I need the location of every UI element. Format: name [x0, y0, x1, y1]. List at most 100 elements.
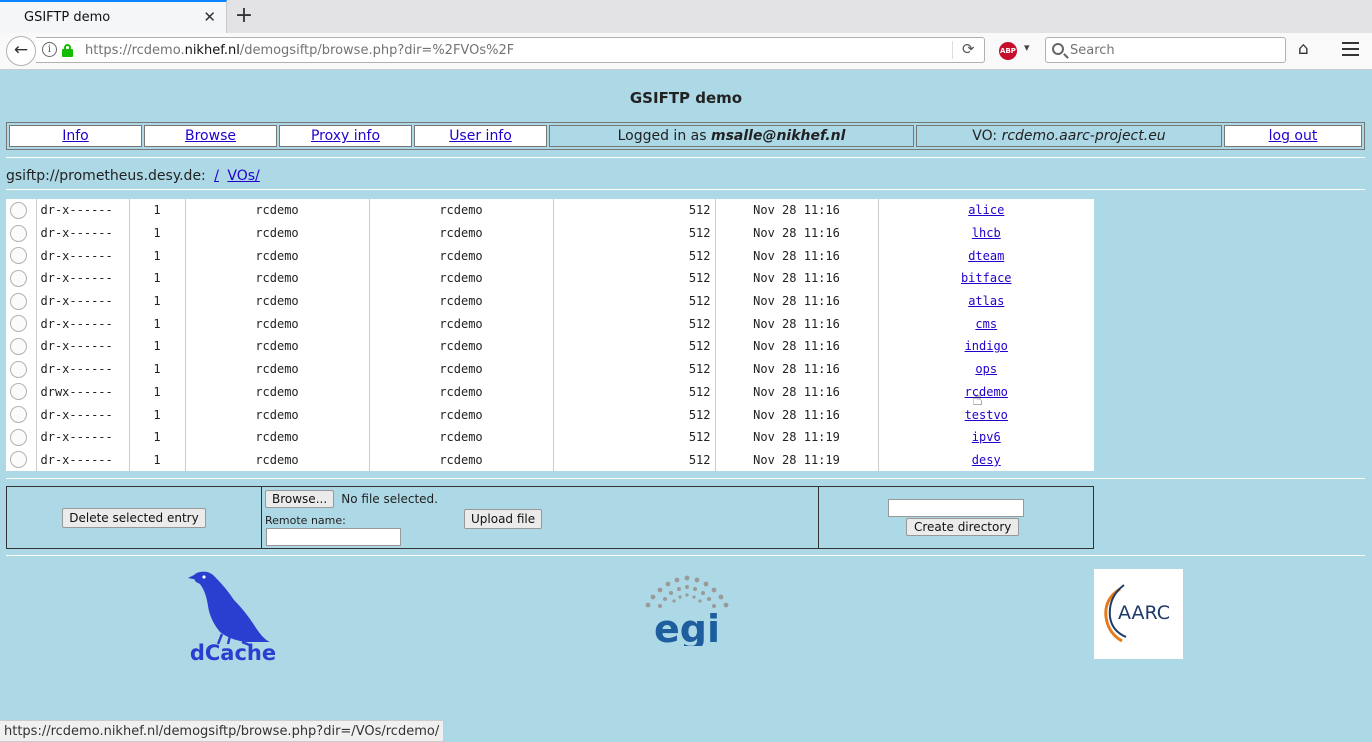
- delete-selected-button[interactable]: Delete selected entry: [62, 507, 206, 528]
- file-select-radio[interactable]: [10, 269, 27, 287]
- file-group: rcdemo: [369, 448, 554, 472]
- file-name-link[interactable]: indigo: [965, 339, 1008, 353]
- file-owner: rcdemo: [185, 448, 370, 472]
- close-tab-icon[interactable]: ✕: [203, 8, 216, 26]
- file-group: rcdemo: [369, 312, 554, 336]
- mkdir-cell: Create directory: [818, 486, 1094, 549]
- browser-tab[interactable]: GSIFTP demo ✕: [0, 0, 227, 33]
- nav-proxy-info-link[interactable]: Proxy info: [311, 128, 380, 144]
- url-separator: [952, 41, 953, 59]
- adblock-plus-icon[interactable]: ABP: [999, 42, 1017, 60]
- file-name-cell: alice: [878, 199, 1094, 222]
- back-arrow-icon[interactable]: ←: [6, 36, 36, 66]
- file-select-radio[interactable]: [10, 292, 27, 310]
- file-name-link[interactable]: atlas: [968, 294, 1004, 308]
- file-row: dr-x------ 1 rcdemo rcdemo 512 Nov 28 11:19 de…: [6, 448, 1094, 472]
- file-name-link[interactable]: ipv6: [972, 430, 1001, 444]
- file-select-radio[interactable]: [10, 201, 27, 219]
- file-name-link[interactable]: alice: [968, 203, 1004, 217]
- file-links: 1: [129, 289, 186, 313]
- logout-link[interactable]: log out: [1269, 128, 1318, 144]
- file-select-radio[interactable]: [10, 247, 27, 265]
- reload-icon[interactable]: ⟳: [962, 40, 975, 58]
- create-directory-button[interactable]: Create directory: [906, 518, 1020, 536]
- file-group: rcdemo: [369, 335, 554, 358]
- file-select-radio[interactable]: [10, 451, 27, 469]
- file-size: 512: [553, 357, 716, 381]
- new-tab-icon[interactable]: +: [233, 3, 255, 28]
- file-name-link[interactable]: dteam: [968, 249, 1004, 263]
- file-select-cell: [6, 289, 37, 313]
- file-name-cell: dteam: [878, 244, 1094, 267]
- file-date: Nov 28 11:16: [715, 244, 879, 268]
- breadcrumb: gsiftp://prometheus.desy.de: / VOs/: [6, 168, 260, 184]
- nav-browse-link[interactable]: Browse: [185, 128, 236, 144]
- tab-bar: GSIFTP demo ✕ +: [0, 0, 1372, 33]
- file-size: 512: [553, 335, 716, 358]
- divider: [6, 555, 1365, 556]
- file-name-link[interactable]: ops: [975, 362, 997, 376]
- svg-text:egi: egi: [654, 607, 720, 646]
- file-row: dr-x------ 1 rcdemo rcdemo 512 Nov 28 11:16 cm…: [6, 312, 1094, 336]
- aarc-logo: AARC: [1094, 569, 1183, 659]
- selected-file-status: No file selected.: [341, 492, 438, 506]
- file-select-radio[interactable]: [10, 315, 27, 333]
- logged-in-user: msalle@nikhef.nl: [710, 128, 846, 144]
- file-select-radio[interactable]: [10, 428, 27, 446]
- file-row: dr-x------ 1 rcdemo rcdemo 512 Nov 28 11:16 at…: [6, 289, 1094, 313]
- info-icon[interactable]: i: [42, 42, 57, 57]
- file-select-radio[interactable]: [10, 383, 27, 401]
- file-size: 512: [553, 221, 716, 245]
- file-owner: rcdemo: [185, 244, 370, 268]
- file-group: rcdemo: [369, 403, 554, 426]
- file-name-link[interactable]: desy: [972, 453, 1001, 467]
- file-row: dr-x------ 1 rcdemo rcdemo 512 Nov 28 11:16 dt…: [6, 244, 1094, 268]
- status-bar: https://rcdemo.nikhef.nl/demogsiftp/brow…: [0, 720, 445, 742]
- file-select-radio[interactable]: [10, 337, 27, 355]
- home-icon[interactable]: ⌂: [1298, 39, 1309, 59]
- search-bar[interactable]: Search: [1045, 37, 1286, 63]
- file-select-radio[interactable]: [10, 360, 27, 378]
- delete-cell: Delete selected entry: [6, 486, 262, 549]
- file-row: dr-x------ 1 rcdemo rcdemo 512 Nov 28 11:16 lh…: [6, 221, 1094, 245]
- remote-name-input[interactable]: [266, 528, 401, 546]
- breadcrumb-vos-link[interactable]: VOs/: [227, 168, 259, 184]
- file-name-cell: ops: [878, 358, 1094, 381]
- file-name-link[interactable]: lhcb: [972, 226, 1001, 240]
- browse-file-button[interactable]: Browse...: [265, 490, 335, 508]
- file-select-cell: [6, 312, 37, 336]
- file-date: Nov 28 11:16: [715, 267, 879, 290]
- file-listing: dr-x------ 1 rcdemo rcdemo 512 Nov 28 11:16 al…: [6, 199, 1094, 472]
- nav-user-info-link[interactable]: User info: [449, 128, 512, 144]
- lock-icon[interactable]: [62, 44, 73, 57]
- upload-file-button[interactable]: Upload file: [464, 509, 543, 529]
- file-size: 512: [553, 448, 716, 472]
- file-links: 1: [129, 403, 186, 426]
- url-bar[interactable]: i https://rcdemo.nikhef.nl/demogsiftp/br…: [36, 37, 985, 63]
- file-name-link[interactable]: cms: [975, 317, 997, 331]
- breadcrumb-root-link[interactable]: /: [214, 168, 219, 184]
- breadcrumb-host: gsiftp://prometheus.desy.de:: [6, 168, 206, 184]
- file-row: dr-x------ 1 rcdemo rcdemo 512 Nov 28 11:16 op…: [6, 357, 1094, 381]
- new-directory-input[interactable]: [888, 499, 1024, 517]
- file-size: 512: [553, 267, 716, 290]
- file-name-link[interactable]: bitface: [961, 271, 1012, 285]
- navigation-toolbar: ← i https://rcdemo.nikhef.nl/demogsiftp/…: [0, 33, 1372, 70]
- file-size: 512: [553, 380, 716, 404]
- file-permissions: dr-x------: [36, 312, 130, 336]
- file-size: 512: [553, 199, 716, 222]
- file-links: 1: [129, 312, 186, 336]
- file-select-radio[interactable]: [10, 224, 27, 242]
- nav-info-link[interactable]: Info: [62, 128, 89, 144]
- hamburger-menu-icon[interactable]: [1342, 42, 1359, 56]
- url-text[interactable]: https://rcdemo.nikhef.nl/demogsiftp/brow…: [85, 43, 514, 58]
- file-size: 512: [553, 312, 716, 336]
- file-select-radio[interactable]: [10, 406, 27, 424]
- page-title: GSIFTP demo: [629, 89, 743, 107]
- tab-title: GSIFTP demo: [24, 10, 111, 25]
- file-select-cell: [6, 403, 37, 426]
- divider: [6, 189, 1365, 190]
- file-owner: rcdemo: [185, 380, 370, 404]
- chevron-down-icon[interactable]: ▾: [1024, 41, 1030, 54]
- file-row: dr-x------ 1 rcdemo rcdemo 512 Nov 28 11:16 al…: [6, 199, 1094, 222]
